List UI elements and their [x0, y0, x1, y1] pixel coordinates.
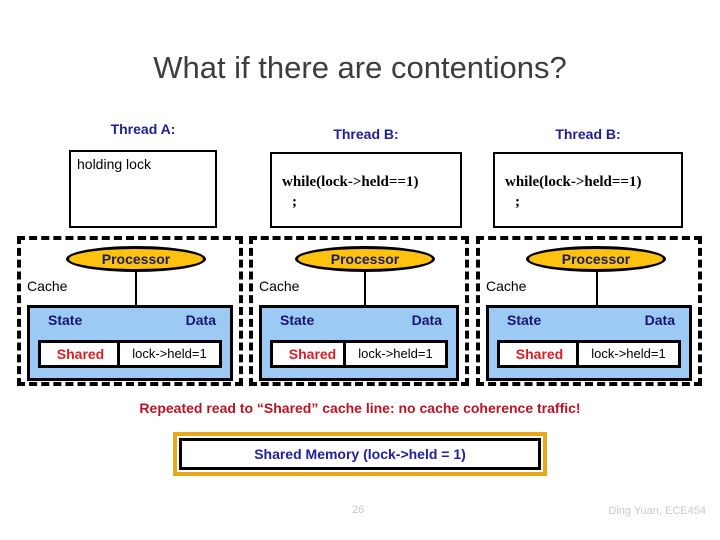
- state-value-3: Shared: [497, 340, 582, 368]
- state-value-1: Shared: [38, 340, 123, 368]
- processor-panel-1: Processor Cache State Data Shared lock->…: [17, 236, 243, 386]
- processor-panel-2: Processor Cache State Data Shared lock->…: [249, 236, 469, 386]
- thread-label-b-first: Thread B:: [333, 126, 399, 142]
- shared-memory-label: Shared Memory (lock->held = 1): [254, 446, 466, 462]
- thread-label-a: Thread A:: [110, 121, 176, 137]
- code-line-while: while(lock->held==1): [282, 174, 419, 190]
- code-line-while: while(lock->held==1): [505, 174, 642, 190]
- cache-box-2: State Data Shared lock->held=1: [259, 305, 459, 381]
- cache-box-1: State Data Shared lock->held=1: [27, 305, 233, 381]
- footer-credit: Ding Yuan, ECE454: [608, 505, 706, 517]
- state-column-header-1: State: [48, 312, 83, 328]
- shared-memory-inner-border: Shared Memory (lock->held = 1): [179, 438, 541, 470]
- processor-panel-3: Processor Cache State Data Shared lock->…: [476, 236, 702, 386]
- data-value-1: lock->held=1: [117, 340, 222, 368]
- code-text-thread-b-second: while(lock->held==1);: [505, 172, 641, 212]
- cache-box-3: State Data Shared lock->held=1: [486, 305, 692, 381]
- coherence-caption: Repeated read to “Shared” cache line: no…: [139, 400, 581, 416]
- cache-label-1: Cache: [27, 278, 68, 294]
- thread-label-b-second: Thread B:: [555, 126, 621, 142]
- data-column-header-1: Data: [185, 312, 216, 328]
- code-text-thread-b-first: while(lock->held==1);: [282, 172, 418, 212]
- cache-label-2: Cache: [259, 278, 300, 294]
- processor-cache-connector-2: [364, 272, 366, 307]
- cache-label-3: Cache: [486, 278, 527, 294]
- state-column-header-3: State: [507, 312, 542, 328]
- code-line-semicolon: ;: [292, 194, 297, 210]
- slide-canvas: What if there are contentions? Thread A:…: [0, 0, 720, 540]
- code-text-thread-a: holding lock: [77, 156, 151, 172]
- code-box-thread-b-second: while(lock->held==1);: [493, 152, 683, 228]
- state-column-header-2: State: [280, 312, 315, 328]
- shared-memory-box: Shared Memory (lock->held = 1): [173, 432, 547, 476]
- processor-ellipse-3: Processor: [526, 246, 666, 272]
- processor-cache-connector-3: [596, 272, 598, 307]
- processor-cache-connector-1: [135, 272, 137, 307]
- data-column-header-2: Data: [411, 312, 442, 328]
- footer-page-number: 26: [352, 504, 365, 516]
- code-line-semicolon: ;: [515, 194, 520, 210]
- code-box-thread-a: holding lock: [69, 150, 217, 228]
- code-box-thread-b-first: while(lock->held==1);: [270, 152, 462, 228]
- processor-ellipse-2: Processor: [295, 246, 435, 272]
- data-column-header-3: Data: [644, 312, 675, 328]
- data-value-3: lock->held=1: [576, 340, 681, 368]
- processor-ellipse-1: Processor: [66, 246, 206, 272]
- data-value-2: lock->held=1: [343, 340, 448, 368]
- page-title: What if there are contentions?: [153, 50, 567, 85]
